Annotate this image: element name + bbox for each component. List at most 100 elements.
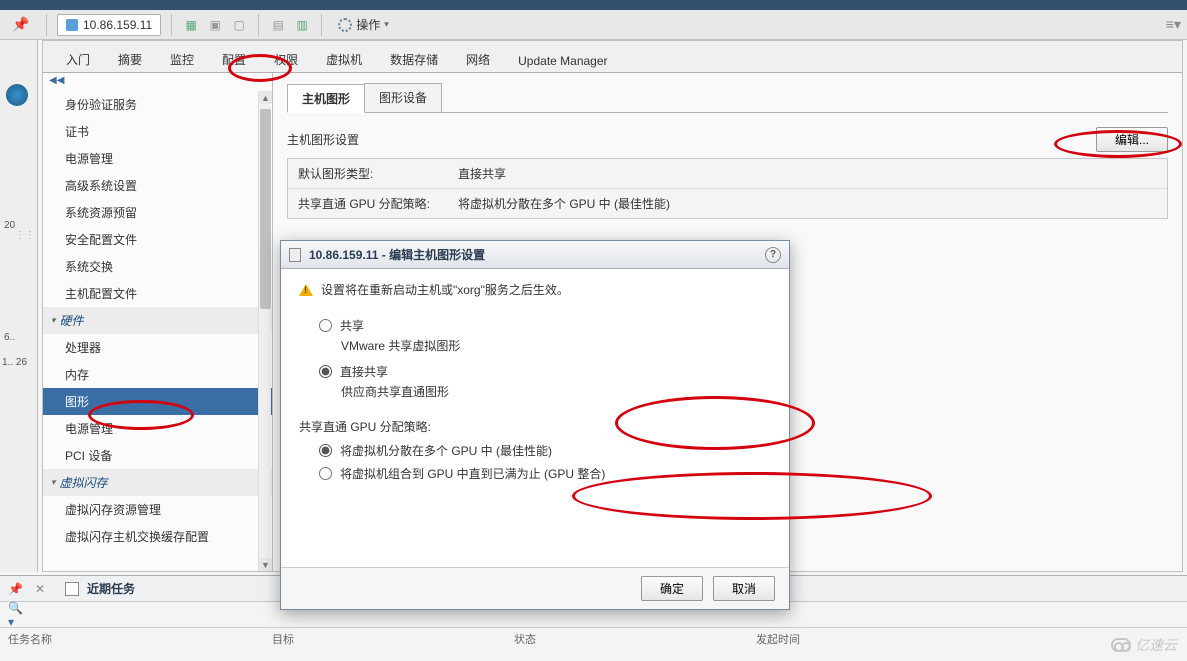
watermark-text: 亿速云 <box>1135 635 1177 655</box>
radio-direct-subtext: 供应商共享直通图形 <box>299 383 771 406</box>
tasks-header-1[interactable]: 目标 <box>272 631 294 647</box>
sidebar-item-hw-0[interactable]: 处理器 <box>43 334 272 361</box>
prop-key: 共享直通 GPU 分配策略: <box>298 195 458 212</box>
sidebar-item-top-7[interactable]: 主机配置文件 <box>43 280 272 307</box>
tab-0[interactable]: 入门 <box>53 45 103 72</box>
sidebar-item-top-4[interactable]: 系统资源预留 <box>43 199 272 226</box>
dialog-titlebar[interactable]: 10.86.159.11 - 编辑主机图形设置 ? <box>281 241 789 269</box>
close-icon[interactable]: ✕ <box>35 582 45 596</box>
pin-icon[interactable]: 📌 <box>12 16 29 33</box>
actions-dropdown[interactable]: 操作 ▾ <box>332 14 395 35</box>
sidebar-collapse-icon[interactable]: ◀◀ <box>43 73 272 91</box>
filter-icon[interactable]: 🔍▾ <box>8 607 24 623</box>
edit-button[interactable]: 编辑... <box>1096 127 1168 152</box>
prop-row-1: 共享直通 GPU 分配策略:将虚拟机分散在多个 GPU 中 (最佳性能) <box>288 188 1167 218</box>
sidebar-item-vflash-1[interactable]: 虚拟闪存主机交换缓存配置 <box>43 523 272 550</box>
subtab-row: 主机图形 图形设备 <box>287 83 1168 113</box>
radio-direct-label: 直接共享 <box>340 363 388 380</box>
prop-value: 将虚拟机分散在多个 GPU 中 (最佳性能) <box>458 195 1157 212</box>
tab-row: 入门摘要监控配置权限虚拟机数据存储网络Update Manager <box>43 41 1182 73</box>
tasks-header-0[interactable]: 任务名称 <box>8 631 52 647</box>
toolbar: 📌 10.86.159.11 ▦ ▣ ▢ ▤ ▥ 操作 ▾ ≡▾ <box>0 10 1187 40</box>
sidebar-item-hw-3[interactable]: 电源管理 <box>43 415 272 442</box>
sidebar-item-top-6[interactable]: 系统交换 <box>43 253 272 280</box>
tab-6[interactable]: 数据存储 <box>377 45 451 72</box>
sidebar-item-hw-1[interactable]: 内存 <box>43 361 272 388</box>
sidebar-item-hw-2[interactable]: 图形 <box>43 388 272 415</box>
radio-share-input[interactable] <box>319 319 332 332</box>
help-icon[interactable]: ? <box>765 247 781 263</box>
action-icon-5[interactable]: ▥ <box>293 16 311 34</box>
tab-3[interactable]: 配置 <box>209 45 259 72</box>
product-logo-icon <box>6 84 28 106</box>
radio-direct[interactable]: 直接共享 <box>299 360 771 383</box>
pin-icon[interactable]: 📌 <box>8 582 23 596</box>
ok-label: 确定 <box>660 582 684 596</box>
tab-2[interactable]: 监控 <box>157 45 207 72</box>
window-titlebar <box>0 0 1187 10</box>
tab-8[interactable]: Update Manager <box>505 48 620 72</box>
action-icon-1[interactable]: ▦ <box>182 16 200 34</box>
separator <box>321 14 322 36</box>
sidebar-section-vflash[interactable]: ▾虚拟闪存 <box>43 469 272 496</box>
radio-policy-consolidate[interactable]: 将虚拟机组合到 GPU 中直到已满为止 (GPU 整合) <box>299 462 771 485</box>
radio-direct-input[interactable] <box>319 365 332 378</box>
chevron-down-icon: ▾ <box>384 19 389 30</box>
subtab-graphics-devices[interactable]: 图形设备 <box>364 83 442 112</box>
watermark: 亿速云 <box>1111 635 1177 655</box>
prop-value: 直接共享 <box>458 165 1157 182</box>
caret-icon: ▾ <box>51 477 56 488</box>
sidebar-item-top-3[interactable]: 高级系统设置 <box>43 172 272 199</box>
sidebar-scrollbar[interactable]: ▲ ▼ <box>258 91 271 571</box>
properties-table: 默认图形类型:直接共享共享直通 GPU 分配策略:将虚拟机分散在多个 GPU 中… <box>287 158 1168 219</box>
radio-share[interactable]: 共享 <box>299 314 771 337</box>
settings-sidebar: ◀◀ 身份验证服务证书电源管理高级系统设置系统资源预留安全配置文件系统交换主机配… <box>43 73 273 571</box>
tab-5[interactable]: 虚拟机 <box>313 45 375 72</box>
ok-button[interactable]: 确定 <box>641 576 703 601</box>
radio-policy-spread-input[interactable] <box>319 444 332 457</box>
policy-heading: 共享直通 GPU 分配策略: <box>299 418 771 435</box>
host-ip-chip[interactable]: 10.86.159.11 <box>57 14 161 36</box>
tasks-header-3[interactable]: 发起时间 <box>756 631 800 647</box>
sidebar-item-vflash-0[interactable]: 虚拟闪存资源管理 <box>43 496 272 523</box>
dialog-title-text: 10.86.159.11 - 编辑主机图形设置 <box>309 246 485 263</box>
scroll-up-icon[interactable]: ▲ <box>259 91 272 104</box>
section-title: 主机图形设置 <box>287 131 359 148</box>
tasks-headers: 任务名称 目标 状态 发起时间 <box>0 628 1187 650</box>
action-icon-3[interactable]: ▢ <box>230 16 248 34</box>
sidebar-item-top-1[interactable]: 证书 <box>43 118 272 145</box>
cancel-button[interactable]: 取消 <box>713 576 775 601</box>
tab-7[interactable]: 网络 <box>453 45 503 72</box>
tab-4[interactable]: 权限 <box>261 45 311 72</box>
sidebar-item-top-0[interactable]: 身份验证服务 <box>43 91 272 118</box>
prop-row-0: 默认图形类型:直接共享 <box>288 159 1167 188</box>
radio-share-subtext: VMware 共享虚拟图形 <box>299 337 771 360</box>
radio-policy-spread[interactable]: 将虚拟机分散在多个 GPU 中 (最佳性能) <box>299 439 771 462</box>
subtab-label: 图形设备 <box>379 91 427 105</box>
subtab-host-graphics[interactable]: 主机图形 <box>287 84 365 113</box>
warning-icon <box>299 284 313 296</box>
radio-policy-consolidate-input[interactable] <box>319 467 332 480</box>
separator <box>171 14 172 36</box>
sidebar-section-hardware[interactable]: ▾硬件 <box>43 307 272 334</box>
radio-share-label: 共享 <box>340 317 364 334</box>
host-icon <box>289 248 301 262</box>
sidebar-item-hw-4[interactable]: PCI 设备 <box>43 442 272 469</box>
separator <box>258 14 259 36</box>
actions-label: 操作 <box>356 16 380 33</box>
sidebar-item-top-5[interactable]: 安全配置文件 <box>43 226 272 253</box>
subtab-label: 主机图形 <box>302 92 350 106</box>
action-icon-4[interactable]: ▤ <box>269 16 287 34</box>
warning-row: 设置将在重新启动主机或"xorg"服务之后生效。 <box>299 281 771 298</box>
action-icon-2[interactable]: ▣ <box>206 16 224 34</box>
host-icon <box>66 19 78 31</box>
tasks-header-2[interactable]: 状态 <box>514 631 536 647</box>
more-menu-icon[interactable]: ≡▾ <box>1166 16 1181 33</box>
host-ip-text: 10.86.159.11 <box>83 18 152 32</box>
scroll-down-icon[interactable]: ▼ <box>259 558 272 571</box>
scroll-thumb[interactable] <box>260 109 271 309</box>
left-rail: 20 ⋮⋮ 6.. 1.. 26 <box>0 40 38 572</box>
grip-icon[interactable]: ⋮⋮ <box>15 230 35 241</box>
tab-1[interactable]: 摘要 <box>105 45 155 72</box>
sidebar-item-top-2[interactable]: 电源管理 <box>43 145 272 172</box>
